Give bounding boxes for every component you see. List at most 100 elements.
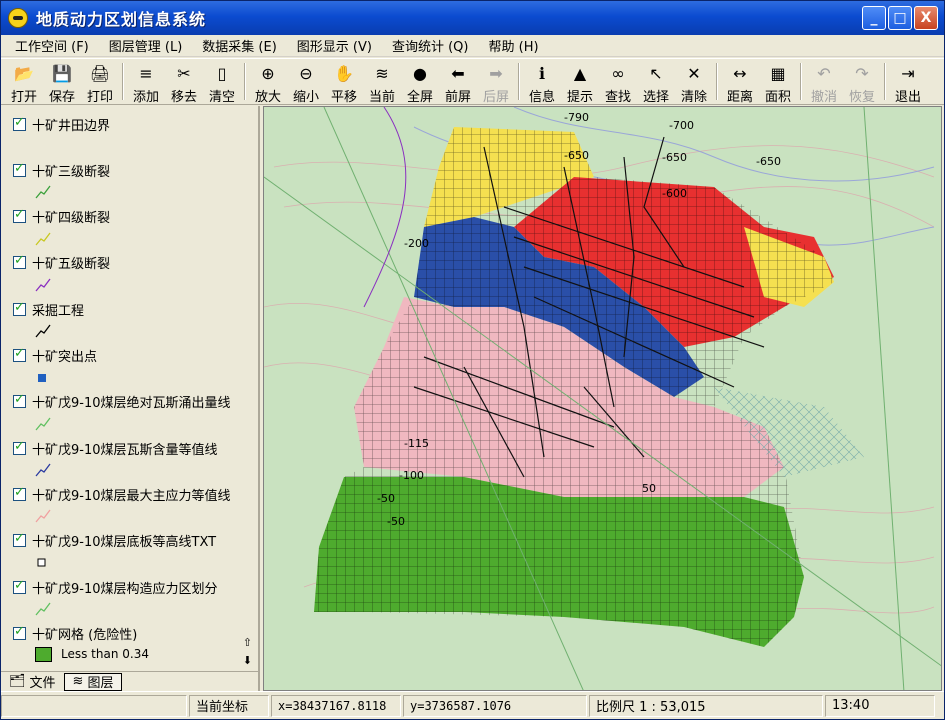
exit-door-icon: ⇥ [901, 64, 915, 83]
legend-scroll[interactable]: ⇧ ⬇ [243, 634, 252, 670]
title-bar[interactable]: 地质动力区划信息系统 _ □ X [1, 1, 944, 35]
layer-symbol-icon [35, 602, 51, 616]
layer-item[interactable]: 十矿四级断裂 [13, 207, 110, 251]
toolbar-button-measure-distance[interactable]: ↔ 距离 [721, 59, 759, 105]
toolbar-button-pan-hand[interactable]: ✋ 平移 [325, 59, 363, 105]
toolbar-button-current-view[interactable]: ≋ 当前 [363, 59, 401, 105]
contour-label: 50 [642, 482, 656, 495]
layer-visibility-checkbox[interactable] [13, 578, 26, 594]
toolbar-button-open-folder[interactable]: 📂 打开 [5, 59, 43, 105]
toolbar-button-select-cursor[interactable]: ↖ 选择 [637, 59, 675, 105]
menu-layer-manage[interactable]: 图层管理 (L) [99, 36, 193, 55]
toolbar-label: 面积 [764, 90, 791, 105]
toolbar-button-exit-door[interactable]: ⇥ 退出 [889, 59, 927, 105]
layer-item[interactable]: 十矿三级断裂 [13, 160, 110, 204]
binoculars-icon: ∞ [611, 64, 625, 83]
scroll-down-icon[interactable]: ⬇ [243, 652, 252, 670]
add-layer-icon: ≡ [139, 64, 153, 83]
minimize-button[interactable]: _ [862, 6, 886, 30]
toolbar-button-clear[interactable]: ▯ 清空 [203, 59, 241, 105]
tab-file-label: 文件 [29, 676, 56, 691]
toolbar-label: 缩小 [292, 90, 319, 105]
layer-item[interactable]: 十矿五级断裂 [13, 253, 110, 297]
toolbar-button-save[interactable]: 💾 保存 [43, 59, 81, 105]
redo-icon: ↷ [855, 64, 869, 83]
toolbar-label: 当前 [368, 90, 395, 105]
map-canvas[interactable]: -790 -700 -650 -650 -650 -600 -200 -100 … [263, 106, 942, 691]
toolbar-button-globe[interactable]: ● 全屏 [401, 59, 439, 105]
toolbar-button-back-arrow[interactable]: ⬅ 前屏 [439, 59, 477, 105]
map-drawing[interactable]: -790 -700 -650 -650 -650 -600 -200 -100 … [264, 107, 942, 691]
layer-name: 十矿突出点 [32, 350, 98, 365]
contour-label: -700 [669, 119, 694, 132]
tab-layers[interactable]: ≋ 图层 [63, 672, 123, 691]
toolbar-button-measure-area[interactable]: ▦ 面积 [759, 59, 797, 105]
zoom-in-icon: ⊕ [261, 64, 275, 83]
scroll-up-icon[interactable]: ⇧ [243, 634, 252, 652]
menu-help[interactable]: 帮助 (H) [478, 36, 548, 55]
layer-item[interactable]: 十矿戊9-10煤层构造应力区划分 [13, 577, 218, 621]
toolbar-button-add-layer[interactable]: ≡ 添加 [127, 59, 165, 105]
layer-item[interactable]: 十矿戊9-10煤层最大主应力等值线 [13, 484, 231, 528]
layer-visibility-checkbox[interactable] [13, 392, 26, 409]
menu-query-stats[interactable]: 查询统计 (Q) [382, 36, 479, 55]
toolbar-label: 清除 [680, 90, 707, 105]
app-window: 地质动力区划信息系统 _ □ X 工作空间 (F) 图层管理 (L) 数据采集 … [0, 0, 945, 720]
contour-label: -600 [662, 187, 687, 200]
toolbar-label: 清空 [208, 90, 235, 105]
warning-icon: ▲ [573, 64, 587, 83]
close-button[interactable]: X [914, 6, 938, 30]
menu-workspace[interactable]: 工作空间 (F) [5, 36, 99, 55]
layer-name: 十矿戊9-10煤层瓦斯含量等值线 [32, 442, 218, 458]
back-arrow-icon: ⬅ [451, 64, 465, 83]
toolbar-separator [884, 63, 886, 100]
layer-item[interactable]: 采掘工程 [13, 299, 84, 343]
contour-label: -650 [756, 155, 781, 168]
tab-file[interactable]: 🗂 文件 [1, 673, 64, 691]
layer-item[interactable]: 十矿突出点 [13, 346, 97, 390]
toolbar-button-print[interactable]: 🖨 打印 [81, 59, 119, 105]
menu-graphic-display[interactable]: 图形显示 (V) [287, 36, 382, 55]
layer-item[interactable]: 十矿戊9-10煤层底板等高线TXT [13, 531, 216, 575]
layer-visibility-checkbox[interactable] [13, 253, 26, 270]
toolbar-button-zoom-out[interactable]: ⊖ 缩小 [287, 59, 325, 105]
contour-label: -50 [387, 515, 405, 528]
toolbar-button-warning[interactable]: ▲ 提示 [561, 59, 599, 105]
toolbar-button-clear-selection[interactable]: ✕ 清除 [675, 59, 713, 105]
toolbar-label: 平移 [330, 90, 357, 105]
layer-item[interactable]: 十矿戊9-10煤层绝对瓦斯涌出量线 [13, 392, 231, 436]
layer-visibility-checkbox[interactable] [13, 207, 26, 224]
toolbar-label: 添加 [132, 90, 159, 105]
layer-visibility-checkbox[interactable] [13, 485, 26, 501]
layer-item[interactable]: 十矿井田边界 [13, 114, 110, 158]
maximize-button[interactable]: □ [888, 6, 912, 30]
info-icon: ℹ [538, 64, 546, 83]
toolbar-button-redo[interactable]: ↷ 恢复 [843, 59, 881, 105]
layer-visibility-checkbox[interactable] [13, 624, 26, 640]
current-view-icon: ≋ [375, 64, 389, 83]
toolbar-button-remove-layer[interactable]: ✂ 移去 [165, 59, 203, 105]
layer-symbol-icon [38, 373, 46, 382]
contour-label: -115 [404, 437, 429, 450]
pan-hand-icon: ✋ [334, 64, 354, 83]
layer-visibility-checkbox[interactable] [13, 346, 26, 362]
toolbar-button-undo[interactable]: ↶ 撤消 [805, 59, 843, 105]
toolbar-label: 查找 [604, 90, 631, 105]
layer-visibility-checkbox[interactable] [13, 161, 26, 177]
toolbar-button-info[interactable]: ℹ 信息 [523, 59, 561, 105]
toolbar-button-forward-arrow[interactable]: ➡ 后屏 [477, 59, 515, 105]
layer-item[interactable]: 十矿戊9-10煤层瓦斯含量等值线 [13, 438, 218, 482]
layer-visibility-checkbox[interactable] [13, 300, 26, 316]
print-icon: 🖨 [89, 64, 111, 83]
status-coord-label: 当前坐标 [189, 694, 269, 717]
toolbar-button-binoculars[interactable]: ∞ 查找 [599, 59, 637, 105]
layer-visibility-checkbox[interactable] [13, 531, 26, 548]
toolbar-button-zoom-in[interactable]: ⊕ 放大 [249, 59, 287, 105]
menu-data-collect[interactable]: 数据采集 (E) [192, 36, 287, 55]
toolbar-label: 打印 [86, 90, 113, 105]
layer-visibility-checkbox[interactable] [13, 439, 26, 455]
toolbar-label: 放大 [254, 90, 281, 105]
toolbar-separator [800, 63, 802, 100]
clear-selection-icon: ✕ [687, 64, 701, 83]
layer-visibility-checkbox[interactable] [13, 115, 26, 131]
